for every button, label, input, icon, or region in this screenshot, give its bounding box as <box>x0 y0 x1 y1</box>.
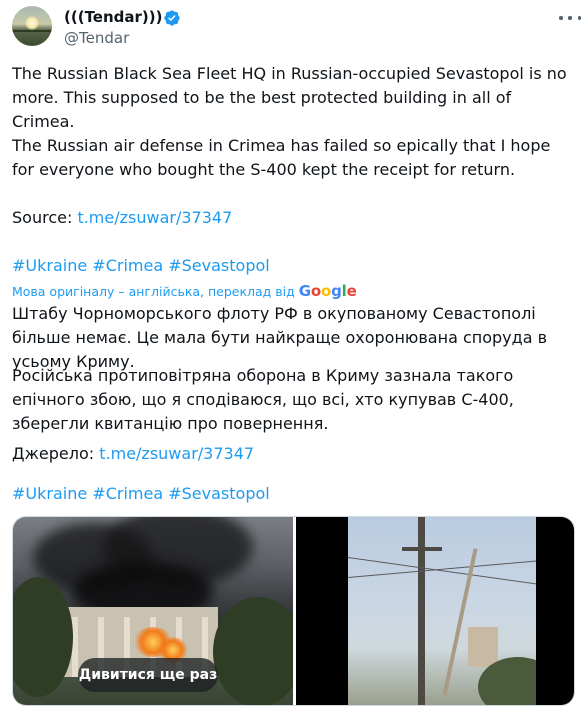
power-wire <box>348 557 536 585</box>
tweet-header: (((Tendar))) @Tendar <box>12 4 581 48</box>
replay-button[interactable]: Дивитися ще раз <box>78 658 218 692</box>
tree <box>213 597 303 705</box>
translation-notice-text: Мова оригіналу – англійська, переклад ві… <box>12 284 299 299</box>
video-frame <box>348 517 536 705</box>
tweet-paragraph-1: The Russian Black Sea Fleet HQ in Russia… <box>12 64 567 131</box>
translated-hashtag-ukraine[interactable]: #Ukraine <box>12 484 87 503</box>
display-name[interactable]: (((Tendar))) <box>64 8 162 26</box>
translated-hashtag-sevastopol[interactable]: #Sevastopol <box>168 484 269 503</box>
translation-notice[interactable]: Мова оригіналу – англійська, переклад ві… <box>12 282 357 300</box>
avatar-sun <box>25 16 39 30</box>
source-label: Source: <box>12 208 78 227</box>
tree <box>13 577 73 697</box>
avatar[interactable] <box>12 6 52 46</box>
verified-badge-icon <box>164 10 180 26</box>
translated-source-label: Джерело: <box>12 444 100 463</box>
translated-source-link[interactable]: t.me/zsuwar/37347 <box>99 444 254 463</box>
video-thumbnail-pole[interactable] <box>296 517 574 705</box>
utility-pole <box>418 517 425 705</box>
power-wire <box>348 560 536 578</box>
pole-crossarm <box>402 547 442 551</box>
hashtag-ukraine[interactable]: #Ukraine <box>12 256 87 275</box>
translated-hashtag-crimea[interactable]: #Crimea <box>92 484 163 503</box>
translated-paragraph-2: Російська протиповітряна оборона в Криму… <box>12 366 514 433</box>
tweet-source: Source: t.me/zsuwar/37347 <box>12 206 574 230</box>
crane-cabin <box>468 627 498 667</box>
translated-source: Джерело: t.me/zsuwar/37347 <box>12 442 574 466</box>
building-column <box>72 617 78 677</box>
avatar-horizon <box>12 30 52 32</box>
hashtag-sevastopol[interactable]: #Sevastopol <box>168 256 269 275</box>
more-dot <box>568 16 572 20</box>
google-logo: Google <box>298 282 357 300</box>
source-link[interactable]: t.me/zsuwar/37347 <box>77 208 232 227</box>
translated-hashtags: #Ukraine #Crimea #Sevastopol <box>12 482 574 506</box>
more-dot <box>559 16 563 20</box>
more-dot <box>577 16 581 20</box>
tweet-hashtags: #Ukraine #Crimea #Sevastopol <box>12 254 574 278</box>
hashtag-crimea[interactable]: #Crimea <box>92 256 163 275</box>
user-handle[interactable]: @Tendar <box>64 29 129 47</box>
more-options-icon[interactable] <box>559 10 581 26</box>
tweet-paragraph-2: The Russian air defense in Crimea has fa… <box>12 136 551 179</box>
